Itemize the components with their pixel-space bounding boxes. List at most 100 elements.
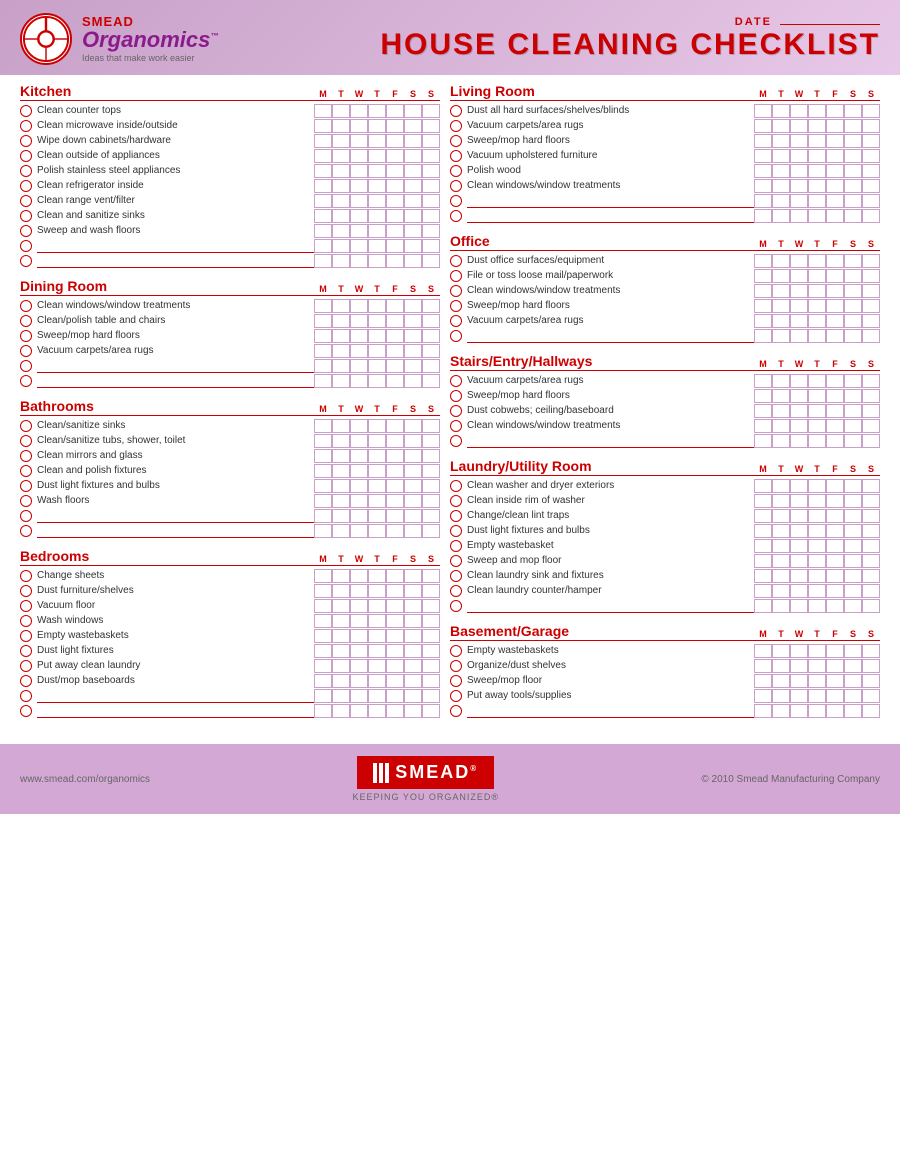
checkbox-icon[interactable] [450, 315, 462, 327]
checkbox-icon[interactable] [20, 480, 32, 492]
right-column: Living Room MTWTFSS Dust all hard surfac… [450, 83, 880, 728]
checkbox-icon[interactable] [20, 330, 32, 342]
list-item: Clean/sanitize tubs, shower, toilet [20, 434, 440, 448]
checkbox-icon[interactable] [450, 675, 462, 687]
dining-room-days: MTWTFSS [314, 284, 440, 294]
blank-line [20, 704, 440, 718]
bedrooms-header: Bedrooms MTWTFSS [20, 548, 440, 566]
checkbox-icon[interactable] [20, 195, 32, 207]
list-item: Empty wastebaskets [450, 644, 880, 658]
checkbox-icon[interactable] [450, 480, 462, 492]
checkbox-icon[interactable] [20, 165, 32, 177]
living-room-days: MTWTFSS [754, 89, 880, 99]
checkbox-icon[interactable] [450, 375, 462, 387]
blank-line [20, 374, 440, 388]
blank-line [20, 524, 440, 538]
checkbox-icon[interactable] [450, 645, 462, 657]
brand-tagline: Ideas that make work easier [82, 53, 218, 63]
list-item: Clean windows/window treatments [20, 299, 440, 313]
checkbox-icon[interactable] [20, 615, 32, 627]
stairs-header: Stairs/Entry/Hallways MTWTFSS [450, 353, 880, 371]
living-room-section: Living Room MTWTFSS Dust all hard surfac… [450, 83, 880, 223]
checkbox-icon[interactable] [450, 255, 462, 267]
checkbox-icon[interactable] [450, 555, 462, 567]
checkbox-icon[interactable] [450, 300, 462, 312]
checkbox-icon[interactable] [20, 570, 32, 582]
checkbox-icon[interactable] [450, 390, 462, 402]
checkbox-icon[interactable] [20, 345, 32, 357]
blank-line [450, 209, 880, 223]
checkbox-icon[interactable] [450, 660, 462, 672]
checkbox-icon[interactable] [20, 150, 32, 162]
checkbox-icon[interactable] [450, 540, 462, 552]
checkbox-icon[interactable] [20, 450, 32, 462]
list-item: Dust all hard surfaces/shelves/blinds [450, 104, 880, 118]
checkbox-icon[interactable] [450, 135, 462, 147]
office-header: Office MTWTFSS [450, 233, 880, 251]
list-item: File or toss loose mail/paperwork [450, 269, 880, 283]
list-item: Clean and polish fixtures [20, 464, 440, 478]
checkbox-icon[interactable] [20, 630, 32, 642]
checkbox-icon[interactable] [20, 645, 32, 657]
list-item: Sweep/mop hard floors [20, 329, 440, 343]
bedrooms-title: Bedrooms [20, 548, 89, 564]
checkbox-icon[interactable] [450, 510, 462, 522]
bathrooms-days: MTWTFSS [314, 404, 440, 414]
list-item: Clean range vent/filter [20, 194, 440, 208]
checkbox-icon[interactable] [450, 525, 462, 537]
checkbox-icon[interactable] [20, 300, 32, 312]
checkbox-icon[interactable] [450, 690, 462, 702]
checkbox-icon[interactable] [450, 270, 462, 282]
basement-title: Basement/Garage [450, 623, 569, 639]
checkbox-icon[interactable] [450, 405, 462, 417]
checkbox-icon[interactable] [20, 600, 32, 612]
checkbox-icon[interactable] [450, 570, 462, 582]
checkbox-icon[interactable] [20, 465, 32, 477]
checkbox-icon[interactable] [450, 165, 462, 177]
list-item: Clean/polish table and chairs [20, 314, 440, 328]
checkbox-icon[interactable] [20, 660, 32, 672]
kitchen-header: Kitchen M T W T F S S [20, 83, 440, 101]
list-item: Dust light fixtures and bulbs [20, 479, 440, 493]
checkbox-icon[interactable] [20, 120, 32, 132]
list-item: Clean and sanitize sinks [20, 209, 440, 223]
checkbox-icon[interactable] [20, 105, 32, 117]
checkbox-icon[interactable] [450, 420, 462, 432]
checkbox-icon[interactable] [450, 495, 462, 507]
smead-footer-name: SMEAD® [395, 762, 478, 783]
checkbox-icon[interactable] [20, 435, 32, 447]
checkbox-icon[interactable] [450, 585, 462, 597]
checkbox-icon[interactable] [20, 585, 32, 597]
checkbox-icon[interactable] [20, 675, 32, 687]
kitchen-title: Kitchen [20, 83, 71, 99]
basement-section: Basement/Garage MTWTFSS Empty wastebaske… [450, 623, 880, 718]
list-item: Clean counter tops [20, 104, 440, 118]
checkbox-icon[interactable] [450, 120, 462, 132]
list-item: Change sheets [20, 569, 440, 583]
laundry-title: Laundry/Utility Room [450, 458, 592, 474]
list-item: Put away tools/supplies [450, 689, 880, 703]
list-item: Sweep/mop hard floors [450, 134, 880, 148]
checkbox-icon[interactable] [450, 105, 462, 117]
checkbox-icon[interactable] [20, 315, 32, 327]
checkbox-icon[interactable] [20, 135, 32, 147]
checkbox-icon[interactable] [450, 285, 462, 297]
footer-tagline: KEEPING YOU ORGANIZED® [352, 792, 499, 802]
checkbox-icon[interactable] [20, 495, 32, 507]
list-item: Vacuum carpets/area rugs [20, 344, 440, 358]
list-item: Clean microwave inside/outside [20, 119, 440, 133]
checkbox-icon[interactable] [20, 180, 32, 192]
checkbox-icon[interactable] [20, 210, 32, 222]
list-item: Clean mirrors and glass [20, 449, 440, 463]
brand-logo [20, 13, 72, 65]
checkbox-icon[interactable] [450, 180, 462, 192]
list-item: Clean inside rim of washer [450, 494, 880, 508]
footer-copyright: © 2010 Smead Manufacturing Company [701, 774, 880, 785]
list-item: Sweep/mop floor [450, 674, 880, 688]
list-item: Empty wastebasket [450, 539, 880, 553]
laundry-days: MTWTFSS [754, 464, 880, 474]
footer-website: www.smead.com/organomics [20, 774, 150, 785]
checkbox-icon[interactable] [20, 225, 32, 237]
checkbox-icon[interactable] [450, 150, 462, 162]
checkbox-icon[interactable] [20, 420, 32, 432]
